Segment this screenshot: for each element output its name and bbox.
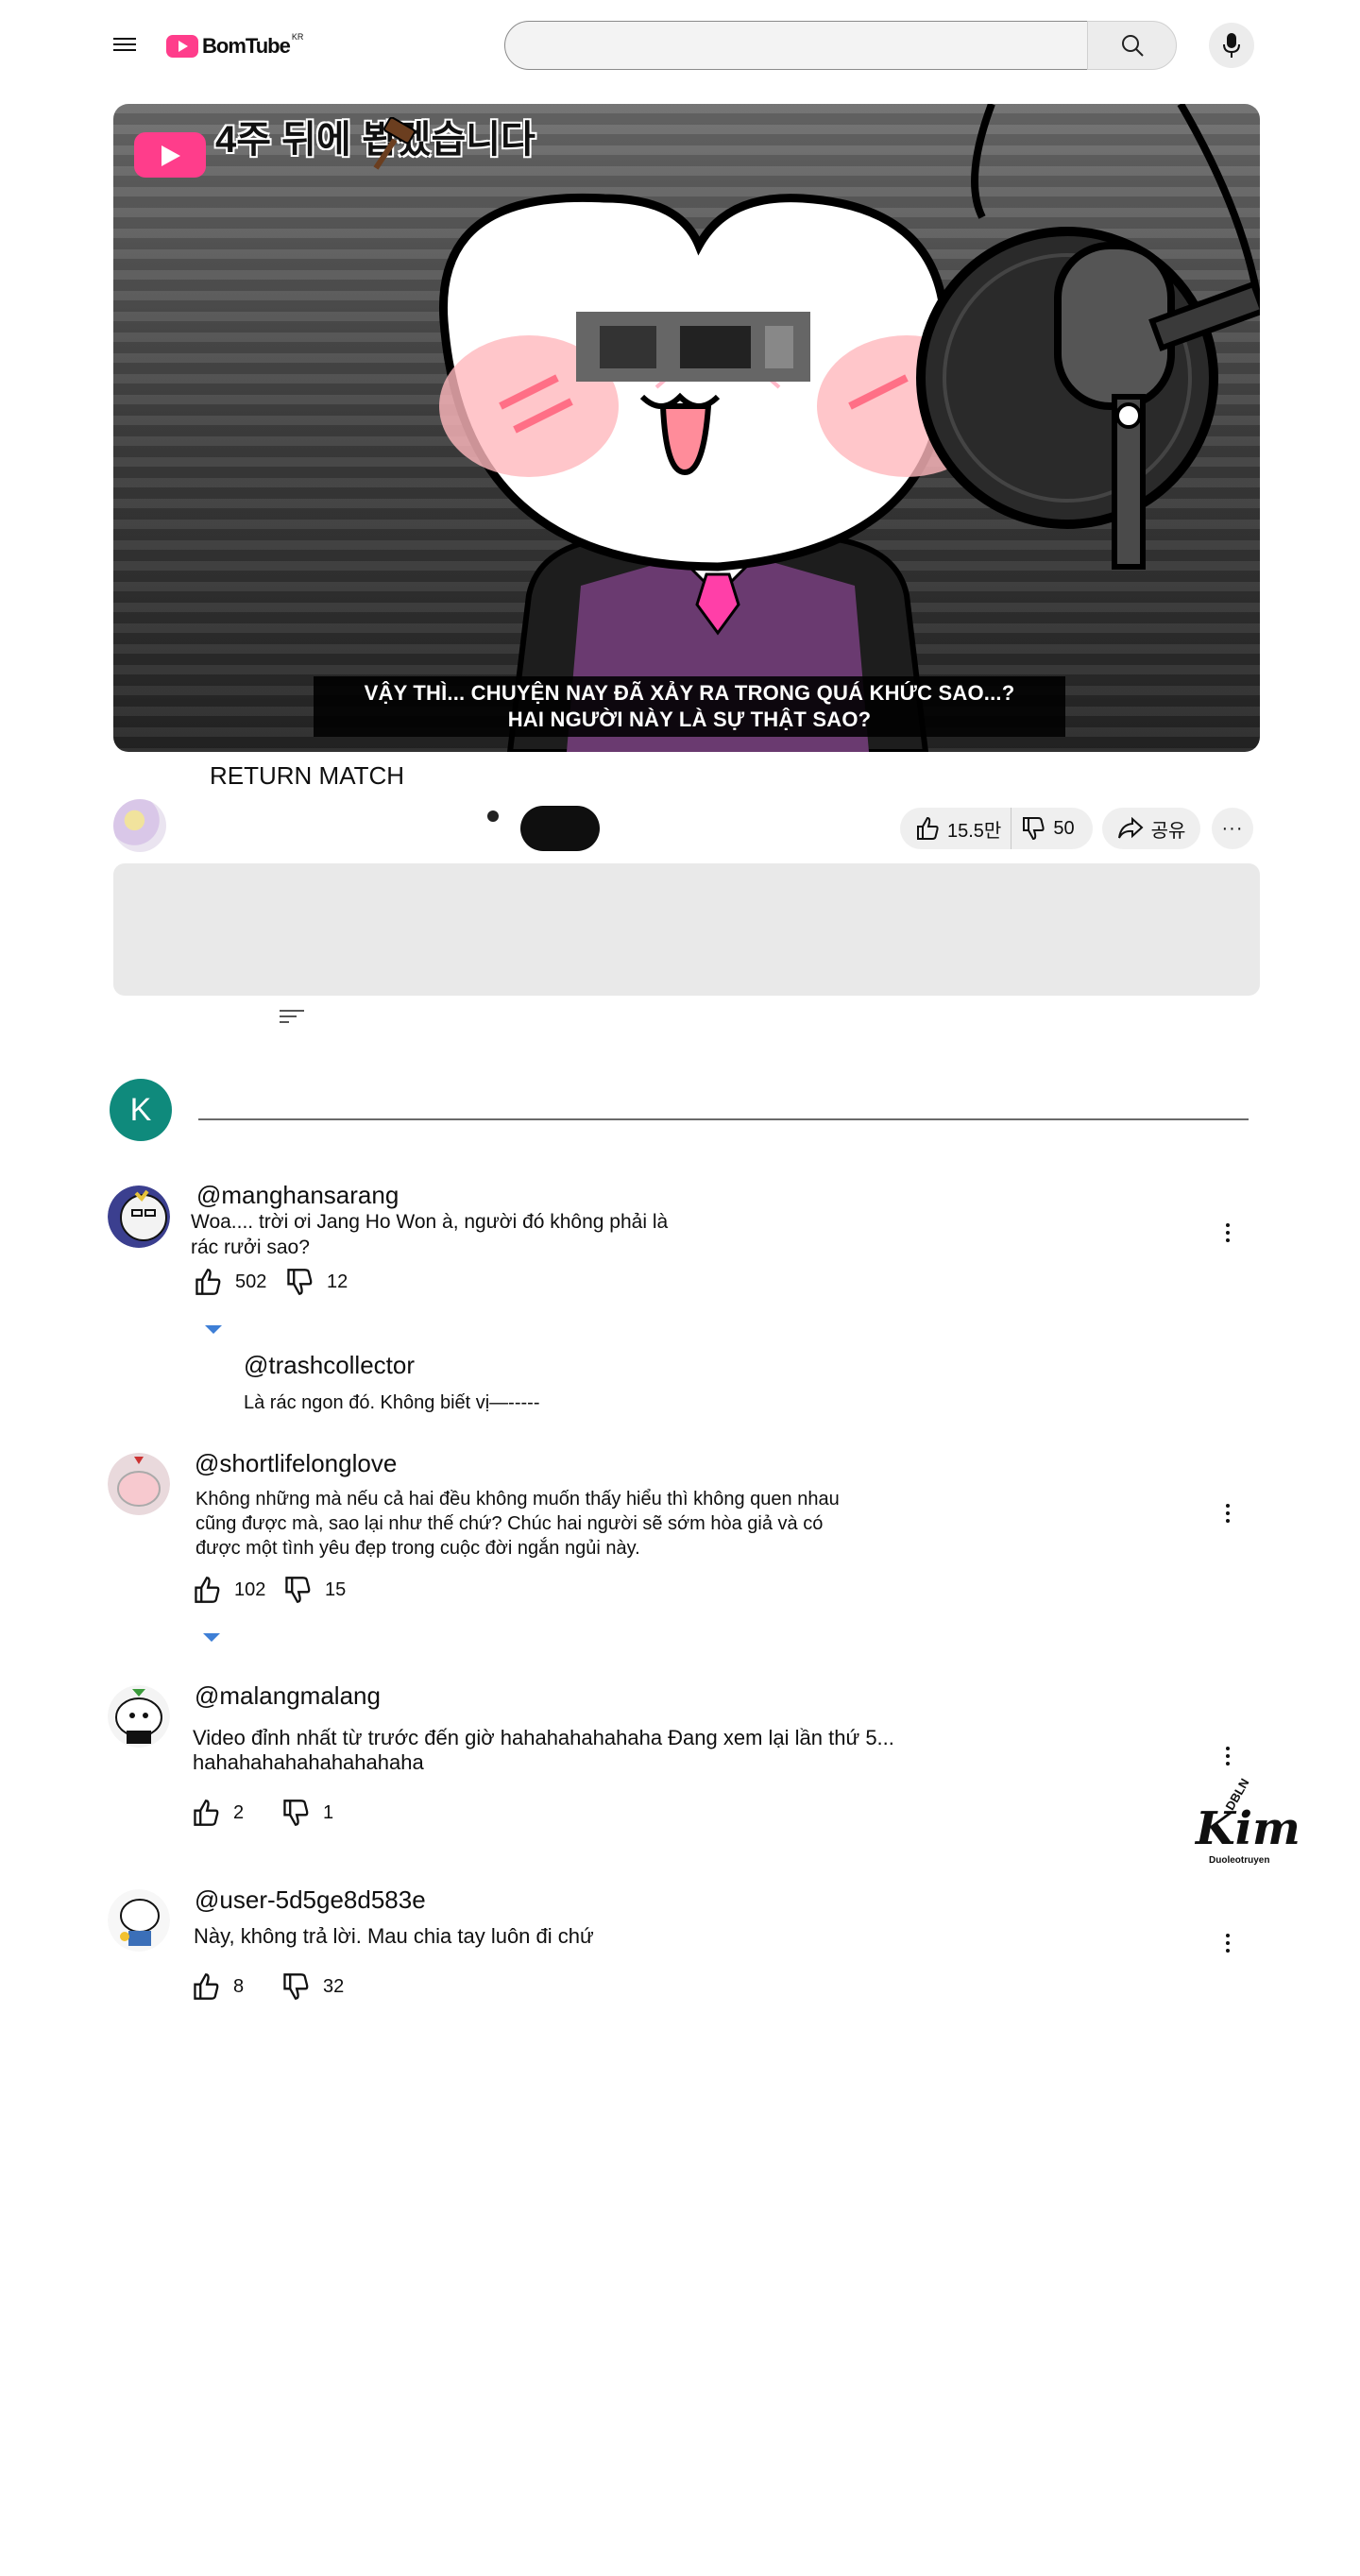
comment-text-line: rác rưởi sao?: [191, 1237, 310, 1258]
comment-like-button[interactable]: 502: [194, 1268, 266, 1296]
comment-like-count: 502: [235, 1271, 267, 1292]
comment-author[interactable]: @manghansarang: [196, 1181, 399, 1210]
gavel-icon: [373, 117, 416, 170]
thumbs-up-icon: [196, 1269, 221, 1295]
channel-play-logo-icon: [134, 132, 206, 178]
subscribe-button[interactable]: [520, 806, 600, 851]
comment-text-line: được một tình yêu đẹp trong cuộc đời ngắ…: [196, 1538, 640, 1559]
comment-dislike-count: 15: [325, 1578, 347, 1600]
replies-toggle-icon[interactable]: [203, 1633, 220, 1642]
video-title: RETURN MATCH: [210, 761, 405, 790]
comment-like-count: 8: [233, 1975, 245, 1997]
comment-text-line: hahahahahahahahahaha: [193, 1750, 424, 1774]
comment-dislike-count: 32: [323, 1975, 345, 1997]
comment-dislike-button[interactable]: 12: [285, 1268, 348, 1296]
comment-dislike-button[interactable]: 15: [283, 1576, 346, 1604]
search-icon: [1121, 35, 1144, 57]
verified-badge-icon: [487, 810, 499, 822]
thumbs-up-icon: [195, 1577, 220, 1603]
thumbs-down-icon: [1023, 817, 1045, 841]
reply-text: Là rác ngon đó. Không biết vị—-----: [244, 1392, 540, 1413]
dislike-count: 50: [1053, 817, 1075, 839]
commenter-avatar[interactable]: [108, 1453, 170, 1515]
subtitle-line-1: VẬY THÌ... CHUYỆN NAY ĐÃ XẢY RA TRONG QU…: [364, 681, 1015, 705]
reply-author[interactable]: @trashcollector: [244, 1351, 415, 1380]
microphone-icon: [1223, 33, 1240, 58]
comment-menu-icon[interactable]: [1216, 1932, 1239, 1954]
add-comment-input[interactable]: [198, 1096, 1249, 1120]
voice-search-button[interactable]: [1209, 23, 1254, 68]
video-player[interactable]: 4주 뒤에 뵙겠습니다 VẬY THÌ... CHUYỆN NAY ĐÃ XẢY…: [113, 104, 1260, 752]
comment-like-count: 2: [233, 1801, 245, 1823]
thumbs-down-icon: [283, 1973, 309, 2000]
avatar-icon: [108, 1186, 170, 1248]
comment-dislike-count: 1: [323, 1801, 334, 1823]
logo-text: BomTube: [202, 34, 291, 58]
dislike-button[interactable]: 50: [1012, 808, 1085, 849]
thumbs-up-icon: [194, 1973, 219, 2000]
comment-author[interactable]: @malangmalang: [195, 1681, 381, 1711]
comment-like-count: 102: [234, 1578, 266, 1600]
thumbs-down-icon: [283, 1800, 309, 1826]
watermark-bottom: Duoleotruyen: [1209, 1855, 1270, 1866]
my-avatar: K: [110, 1079, 172, 1141]
subtitle-line-2: HAI NGƯỜI NÀY LÀ SỰ THẬT SAO?: [507, 708, 872, 731]
like-button[interactable]: 15.5만: [900, 808, 1012, 849]
comment-text-line: Không những mà nếu cả hai đều không muốn…: [196, 1489, 840, 1510]
commenter-avatar[interactable]: [108, 1685, 170, 1748]
search-input[interactable]: [505, 22, 1087, 69]
comment-text-line: Này, không trả lời. Mau chia tay luôn đi…: [194, 1924, 594, 1948]
logo-play-icon: [166, 35, 198, 58]
description-box[interactable]: [113, 863, 1260, 996]
share-button[interactable]: 공유: [1102, 808, 1200, 849]
comment-author[interactable]: @user-5d5ge8d583e: [195, 1885, 426, 1915]
avatar-icon: [108, 1889, 170, 1952]
more-actions-button[interactable]: ···: [1212, 808, 1253, 849]
comment-dislike-count: 12: [327, 1271, 348, 1292]
search-button[interactable]: [1087, 21, 1177, 70]
thumbs-down-icon: [285, 1577, 311, 1603]
comment-dislike-button[interactable]: 32: [281, 1972, 344, 2001]
comment-text-line: Video đỉnh nhất từ trước đến giờ hahahah…: [193, 1726, 894, 1749]
comment-dislike-button[interactable]: 1: [281, 1799, 333, 1827]
comment-like-button[interactable]: 8: [192, 1972, 244, 2001]
thumbs-up-icon: [917, 816, 939, 840]
commenter-avatar[interactable]: [108, 1889, 170, 1952]
replies-toggle-icon[interactable]: [205, 1325, 222, 1334]
like-dislike-bar: 15.5만 50: [900, 808, 1093, 849]
comment-author[interactable]: @shortlifelonglove: [195, 1449, 397, 1478]
comment-like-button[interactable]: 2: [192, 1799, 244, 1827]
avatar-icon: [108, 1685, 170, 1748]
comment-menu-icon[interactable]: [1216, 1502, 1239, 1525]
sort-icon[interactable]: [280, 1006, 304, 1027]
share-icon: [1117, 817, 1144, 839]
watermark-main: Kim: [1196, 1802, 1300, 1855]
comment-menu-icon[interactable]: [1216, 1745, 1239, 1767]
like-count: 15.5만: [947, 820, 1002, 842]
more-label: ···: [1221, 817, 1244, 839]
avatar-icon: [108, 1453, 170, 1515]
comment-menu-icon[interactable]: [1216, 1221, 1239, 1244]
comment-like-button[interactable]: 102: [193, 1576, 265, 1604]
menu-icon[interactable]: [113, 34, 136, 57]
video-subtitle: VẬY THÌ... CHUYỆN NAY ĐÃ XẢY RA TRONG QU…: [314, 676, 1065, 737]
video-frame-illustration: [438, 104, 1260, 752]
share-label: 공유: [1150, 820, 1186, 842]
thumbs-down-icon: [287, 1269, 313, 1295]
thumbs-up-icon: [194, 1800, 219, 1826]
search-box[interactable]: [504, 21, 1088, 70]
comment-text-line: cũng được mà, sao lại như thế chứ? Chúc …: [196, 1513, 824, 1534]
commenter-avatar[interactable]: [108, 1186, 170, 1248]
translator-watermark: DBLN Kim Duoleotruyen: [1190, 1776, 1300, 1868]
logo[interactable]: BomTube KR: [166, 32, 303, 60]
comment-text-line: Woa.... trời ơi Jang Ho Won à, người đó …: [191, 1211, 669, 1233]
logo-region: KR: [291, 32, 304, 42]
channel-avatar[interactable]: [113, 799, 166, 852]
